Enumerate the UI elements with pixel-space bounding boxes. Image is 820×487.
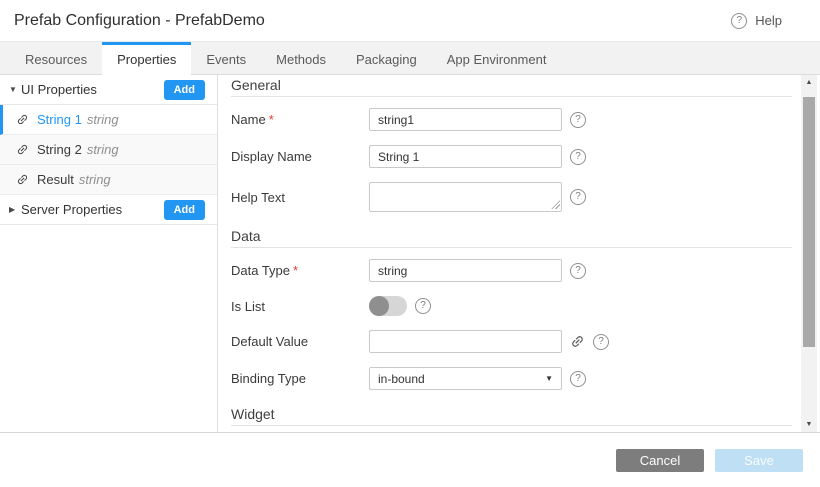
link-icon	[16, 143, 29, 156]
field-row-default-value: Default Value ?	[231, 330, 792, 353]
chevron-down-icon: ▼	[9, 85, 21, 94]
field-label: Default Value	[231, 334, 369, 349]
sidebar-item-string2[interactable]: String 2 string	[0, 135, 217, 165]
prefab-configuration-dialog: Prefab Configuration - PrefabDemo ? Help…	[0, 0, 820, 487]
section-title-widget: Widget	[231, 404, 792, 426]
chevron-right-icon: ▶	[9, 205, 21, 214]
dialog-footer: Cancel Save	[0, 432, 820, 487]
form-scrollbar[interactable]: ▲ ▼	[801, 75, 817, 432]
required-marker: *	[293, 263, 298, 278]
scrollbar-thumb[interactable]	[803, 97, 815, 347]
field-label: Display Name	[231, 149, 369, 164]
field-row-data-type: Data Type* ?	[231, 259, 792, 282]
default-value-input[interactable]	[369, 330, 562, 353]
server-properties-label: Server Properties	[21, 202, 122, 217]
bind-link-icon[interactable]	[570, 334, 585, 349]
field-help-icon[interactable]: ?	[570, 263, 586, 279]
select-value: in-bound	[378, 372, 425, 386]
sidebar-item-result[interactable]: Result string	[0, 165, 217, 195]
scroll-down-button[interactable]: ▼	[801, 417, 817, 432]
help-text-textarea[interactable]	[369, 182, 562, 212]
link-icon	[16, 113, 29, 126]
add-ui-property-button[interactable]: Add	[164, 80, 205, 100]
help-icon: ?	[731, 13, 747, 29]
tab-bar: Resources Properties Events Methods Pack…	[0, 42, 820, 75]
field-help-icon[interactable]: ?	[593, 334, 609, 350]
section-title-data: Data	[231, 226, 792, 248]
field-help-icon[interactable]: ?	[570, 112, 586, 128]
toggle-knob	[369, 296, 389, 316]
data-type-input[interactable]	[369, 259, 562, 282]
scroll-up-button[interactable]: ▲	[801, 75, 817, 90]
property-name: Result	[37, 172, 74, 187]
link-icon	[16, 173, 29, 186]
field-help-icon[interactable]: ?	[570, 189, 586, 205]
field-row-is-list: Is List ?	[231, 296, 792, 316]
property-name: String 2	[37, 142, 82, 157]
server-properties-section-header[interactable]: ▶ Server Properties Add	[0, 195, 217, 225]
name-input[interactable]	[369, 108, 562, 131]
required-marker: *	[269, 112, 274, 127]
field-label: Data Type*	[231, 263, 369, 278]
ui-properties-label: UI Properties	[21, 82, 97, 97]
field-help-icon[interactable]: ?	[415, 298, 431, 314]
sidebar-item-string1[interactable]: String 1 string	[0, 105, 217, 135]
tab-packaging[interactable]: Packaging	[341, 42, 432, 74]
field-help-icon[interactable]: ?	[570, 149, 586, 165]
section-title-general: General	[231, 75, 792, 97]
field-row-binding-type: Binding Type in-bound ▼ ?	[231, 367, 792, 390]
property-type: string	[79, 172, 111, 187]
binding-type-select[interactable]: in-bound ▼	[369, 367, 562, 390]
property-form: General Name* ? Display Name ? Help Text	[218, 75, 820, 432]
tab-methods[interactable]: Methods	[261, 42, 341, 74]
field-label: Name*	[231, 112, 369, 127]
help-label: Help	[755, 13, 782, 28]
field-row-name: Name* ?	[231, 108, 792, 131]
properties-sidebar: ▼ UI Properties Add String 1 string Stri…	[0, 75, 218, 432]
tab-properties[interactable]: Properties	[102, 42, 191, 74]
ui-properties-section-header[interactable]: ▼ UI Properties Add	[0, 75, 217, 105]
page-title: Prefab Configuration - PrefabDemo	[14, 12, 265, 30]
field-row-display-name: Display Name ?	[231, 145, 792, 168]
property-type: string	[87, 142, 119, 157]
help-link[interactable]: ? Help	[731, 13, 782, 29]
save-button[interactable]: Save	[715, 449, 803, 472]
add-server-property-button[interactable]: Add	[164, 200, 205, 220]
dialog-header: Prefab Configuration - PrefabDemo ? Help	[0, 0, 820, 42]
tab-resources[interactable]: Resources	[10, 42, 102, 74]
cancel-button[interactable]: Cancel	[616, 449, 704, 472]
field-label: Binding Type	[231, 371, 369, 386]
property-name: String 1	[37, 112, 82, 127]
property-type: string	[87, 112, 119, 127]
dropdown-arrow-icon: ▼	[545, 374, 553, 383]
tab-app-environment[interactable]: App Environment	[432, 42, 562, 74]
field-label: Help Text	[231, 190, 369, 205]
is-list-toggle[interactable]	[369, 296, 407, 316]
field-row-help-text: Help Text ?	[231, 182, 792, 212]
field-help-icon[interactable]: ?	[570, 371, 586, 387]
display-name-input[interactable]	[369, 145, 562, 168]
main-region: ▼ UI Properties Add String 1 string Stri…	[0, 75, 820, 432]
field-label: Is List	[231, 299, 369, 314]
tab-events[interactable]: Events	[191, 42, 261, 74]
